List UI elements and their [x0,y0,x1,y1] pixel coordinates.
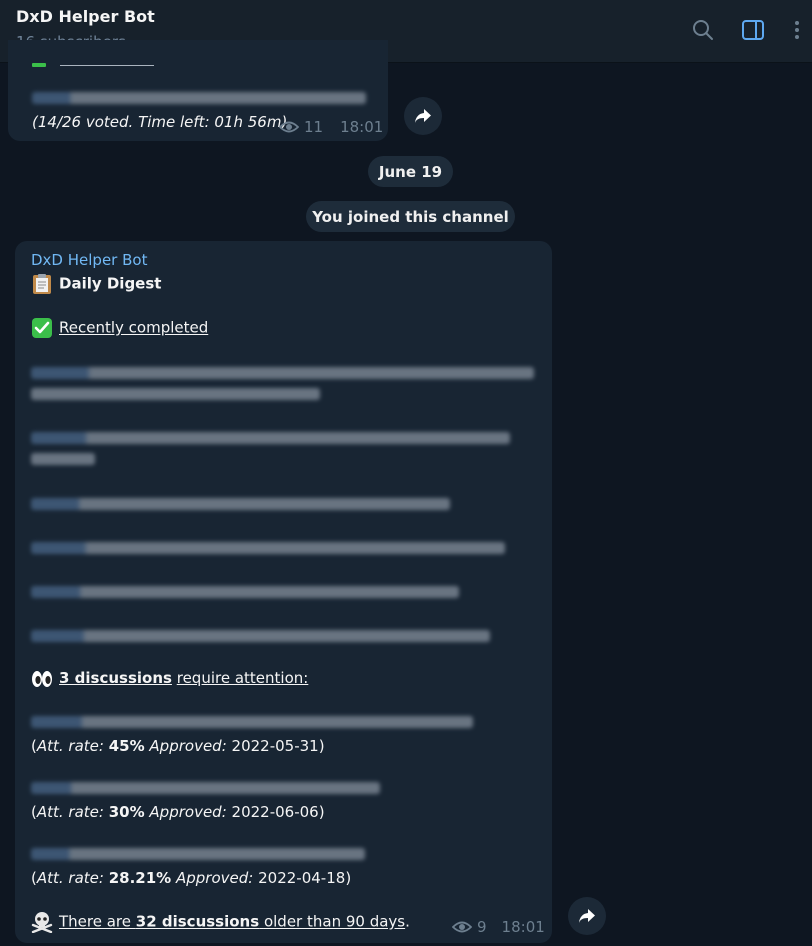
attention-item-detail: (Att. rate: 45% Approved: 2022-05-31) [31,737,325,755]
redacted-item-line [31,388,320,400]
date-separator: June 19 [368,156,453,187]
sender-name[interactable]: DxD Helper Bot [31,251,147,269]
share-icon [579,909,595,923]
clipboard-icon [33,274,51,294]
redacted-item-line [31,498,450,510]
completed-heading-link[interactable]: Recently completed [59,319,208,337]
digest-title-row: Daily Digest [31,273,161,295]
eye-icon [452,921,472,933]
search-icon[interactable] [691,18,715,42]
redacted-item-line [31,848,365,860]
attention-count-link[interactable]: 3 discussions [59,669,172,687]
attention-text: require attention: [176,669,309,687]
share-button[interactable] [404,97,442,135]
attention-item-detail: (Att. rate: 30% Approved: 2022-06-06) [31,803,325,821]
redacted-item-line [31,586,459,598]
redacted-item-line [31,542,505,554]
redacted-item-line [31,716,473,728]
share-icon [415,109,431,123]
attention-item-detail: (Att. rate: 28.21% Approved: 2022-04-18) [31,869,352,887]
completed-heading-row: Recently completed [31,317,208,339]
eyes-icon [32,670,52,687]
message-meta: 11 18:01 [279,118,383,136]
channel-title[interactable]: DxD Helper Bot [16,7,155,26]
redacted-item-line [31,432,510,444]
attention-heading-row: 3 discussions require attention: [31,669,308,688]
redacted-item-line [31,453,95,465]
check-mark-icon [32,63,46,67]
older-discussions-row: There are 32 discussions older than 90 d… [31,911,410,933]
share-button[interactable] [568,897,606,935]
skull-crossbones-icon [31,912,53,933]
more-vertical-icon[interactable] [785,18,809,42]
view-count: 9 [477,918,487,936]
digest-title: Daily Digest [59,274,162,293]
redacted-item-line [31,630,490,642]
redacted-item-line [31,782,380,794]
message-bubble: DxD Helper Bot Daily Digest Recently com… [15,241,552,943]
redacted-item-line [31,367,534,379]
service-message: You joined this channel [306,201,515,232]
view-count: 11 [304,118,324,136]
previous-message-bubble: (14/26 voted. Time left: 01h 56m) 11 18:… [8,40,388,141]
eye-icon [279,121,299,133]
redacted-line [32,92,366,104]
message-time: 18:01 [340,118,384,136]
message-meta: 9 18:01 [452,918,545,936]
side-panel-icon[interactable] [741,18,765,42]
message-time: 18:01 [501,918,545,936]
older-count-link[interactable]: 32 discussions [136,913,259,931]
check-mark-icon [32,318,52,338]
vote-status: (14/26 voted. Time left: 01h 56m) [32,113,288,131]
underline-fragment [60,65,154,66]
